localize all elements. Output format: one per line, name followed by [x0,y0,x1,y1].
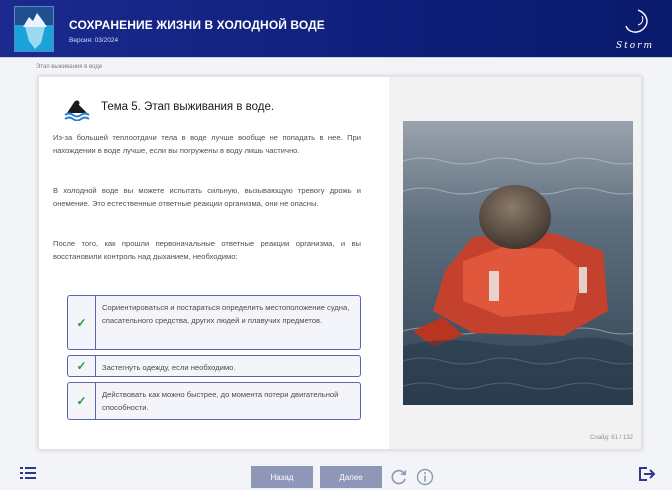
paragraph-2: В холодной воде вы можете испытать сильн… [53,186,361,208]
checklist-item-1: ✓ Сориентироваться и постараться определ… [67,295,361,350]
survival-in-water-icon [64,100,90,121]
checklist-item-3: ✓ Действовать как можно быстрее, до моме… [67,382,361,420]
checklist-item-text: Действовать как можно быстрее, до момент… [102,390,339,412]
checklist-item-text: Застегнуть одежду, если необходимо. [102,363,236,372]
checkmark-icon: ✓ [68,296,96,349]
info-icon[interactable] [416,468,434,486]
paragraph-1: Из-за большей теплоотдачи тела в воде лу… [53,133,361,155]
app-version: Версия: 03/2024 [69,37,119,44]
photo-panel: Слайд: 61 / 132 [389,77,641,449]
topic-title: Тема 5. Этап выживания в воде. [101,101,275,113]
breadcrumb: Этап выживания в воде [36,64,103,70]
app-header: СОХРАНЕНИЕ ЖИЗНИ В ХОЛОДНОЙ ВОДЕ Версия:… [0,0,672,58]
iceberg-icon [15,7,53,51]
list-menu-icon[interactable] [20,466,36,480]
checklist-item-2: ✓ Застегнуть одежду, если необходимо. [67,355,361,377]
course-logo [14,6,54,52]
reload-icon[interactable] [390,468,408,486]
exit-icon[interactable] [638,466,656,482]
app-title: СОХРАНЕНИЕ ЖИЗНИ В ХОЛОДНОЙ ВОДЕ [69,18,325,32]
storm-brand-logo: Storm [616,9,654,51]
checkmark-icon: ✓ [68,383,96,419]
paragraph-3: После того, как прошли первоначальные от… [53,239,361,261]
slide-counter: Слайд: 61 / 132 [589,435,633,441]
svg-text:Storm: Storm [616,41,654,51]
navigation-bar: Назад Далее [0,458,672,490]
back-button[interactable]: Назад [251,466,313,488]
slide-card: Тема 5. Этап выживания в воде. Из-за бол… [38,76,642,450]
next-button[interactable]: Далее [320,466,382,488]
person-in-lifejacket-in-water-image [403,121,633,405]
checklist-item-text: Сориентироваться и постараться определит… [102,303,350,325]
checkmark-icon: ✓ [68,356,96,376]
